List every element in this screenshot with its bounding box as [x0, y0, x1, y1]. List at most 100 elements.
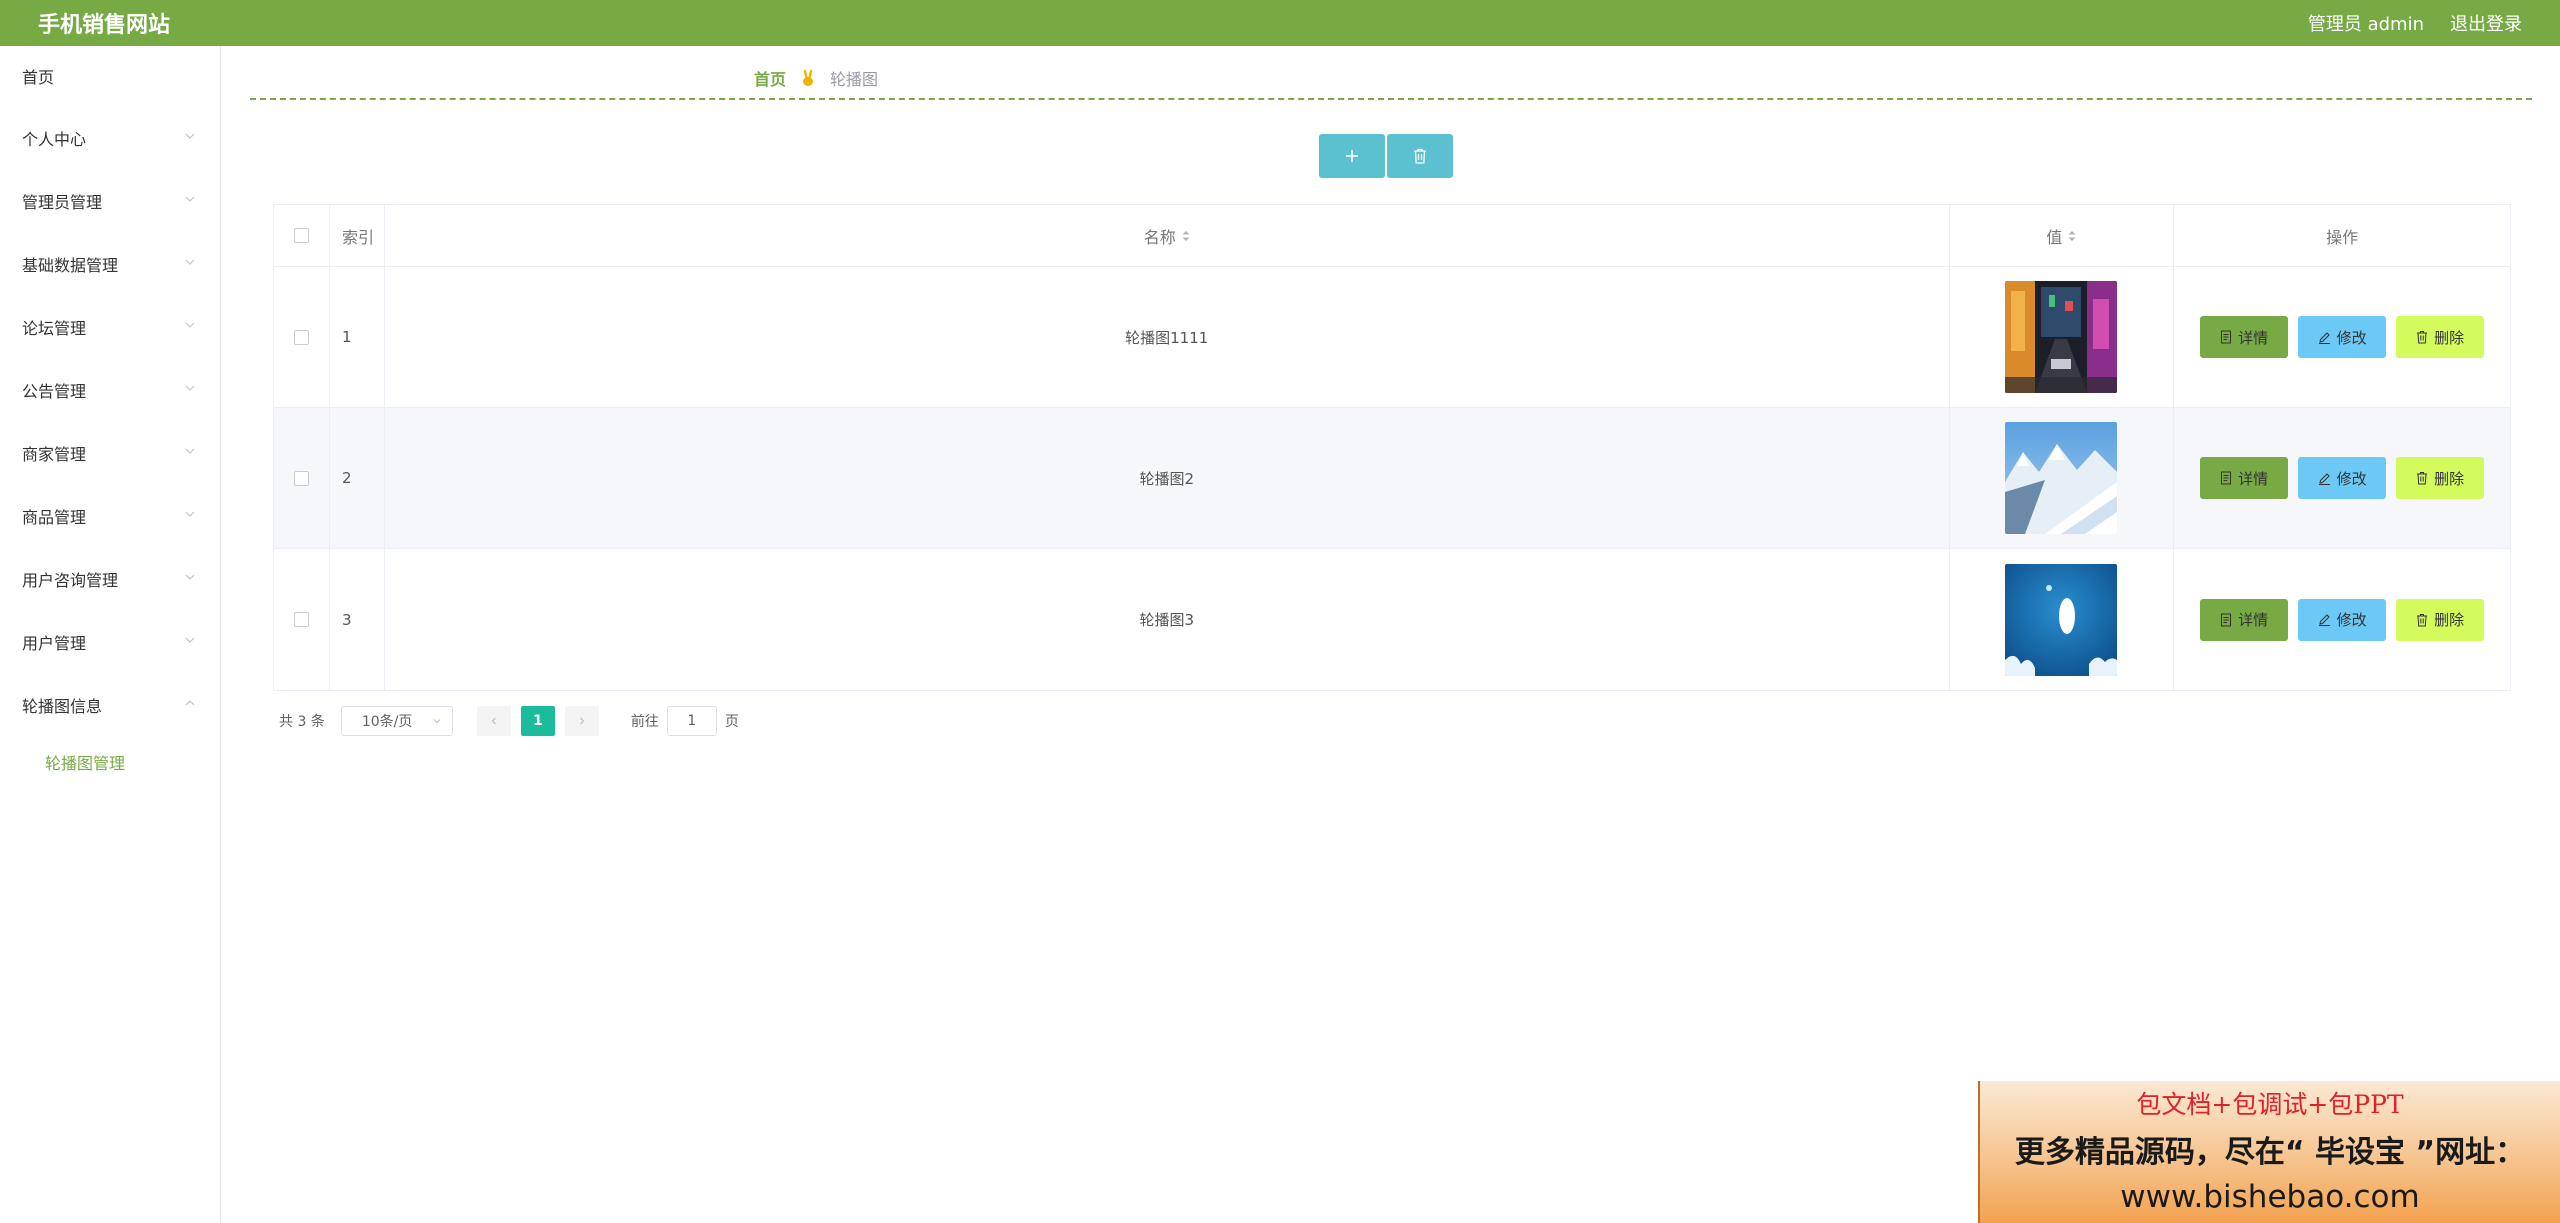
delete-button[interactable]: 删除: [2396, 457, 2485, 499]
goto-page-input[interactable]: [666, 706, 717, 736]
table-row: 3 轮播图3 详情 修改 删除: [274, 549, 2510, 690]
add-button[interactable]: [1319, 134, 1385, 178]
column-header-name[interactable]: 名称: [385, 205, 1950, 266]
detail-button-label: 详情: [2238, 470, 2269, 488]
row-checkbox[interactable]: [293, 470, 309, 486]
sidebar-item-home[interactable]: 首页: [0, 46, 220, 106]
sort-icon[interactable]: [2068, 229, 2076, 243]
edit-button[interactable]: 修改: [2298, 598, 2387, 641]
breadcrumb: 首页 轮播图: [754, 66, 878, 90]
document-icon: [2221, 471, 2232, 485]
sidebar-item-label: 管理员管理: [22, 192, 103, 212]
chevron-left-icon: [491, 717, 496, 725]
chevron-down-icon: [184, 256, 196, 268]
sidebar-item-notice-management[interactable]: 公告管理: [0, 358, 220, 421]
sidebar-item-label: 基础数据管理: [22, 255, 119, 275]
sidebar-item-admin-management[interactable]: 管理员管理: [0, 169, 220, 232]
column-header-value-label: 值: [2046, 227, 2063, 247]
sidebar-subitem-label: 轮播图管理: [45, 754, 126, 773]
blue-water-thumbnail: [2005, 563, 2118, 676]
city-street-night-thumbnail: [2005, 281, 2118, 393]
delete-button[interactable]: 删除: [2396, 316, 2485, 358]
breadcrumb-home[interactable]: 首页: [754, 66, 786, 90]
row-name: 轮播图1111: [385, 267, 1950, 407]
sidebar-item-label: 商家管理: [22, 444, 87, 464]
edit-button-label: 修改: [2336, 329, 2367, 347]
pencil-icon: [2318, 331, 2330, 344]
page-number-button[interactable]: 1: [520, 706, 555, 736]
row-checkbox[interactable]: [293, 329, 309, 345]
sidebar-item-label: 个人中心: [22, 129, 87, 149]
sidebar-item-label: 公告管理: [22, 381, 87, 401]
prev-page-button[interactable]: [476, 706, 511, 736]
page-size-value: 10条/页: [361, 714, 413, 730]
page-size-select[interactable]: 10条/页: [340, 706, 453, 736]
goto-label: 前往: [630, 714, 659, 730]
column-header-value[interactable]: 值: [1950, 205, 2175, 266]
pencil-icon: [2318, 614, 2330, 626]
delete-button-label: 删除: [2434, 470, 2465, 488]
document-icon: [2221, 330, 2232, 344]
hand-peace-icon: [800, 69, 816, 87]
select-all-checkbox[interactable]: [293, 228, 309, 243]
chevron-down-icon: [184, 319, 196, 331]
sidebar-item-label: 用户管理: [22, 633, 87, 653]
chevron-down-icon: [184, 634, 196, 646]
sidebar-item-consult-management[interactable]: 用户咨询管理: [0, 547, 220, 610]
snowy-mountain-thumbnail: [2005, 422, 2118, 534]
ad-line-3: www.bishebao.com: [2120, 1179, 2420, 1215]
sidebar-item-product-management[interactable]: 商品管理: [0, 484, 220, 547]
breadcrumb-divider: [250, 98, 2532, 100]
sort-icon[interactable]: [1182, 229, 1190, 243]
delete-button-label: 删除: [2434, 329, 2465, 347]
trash-icon: [1414, 148, 1426, 164]
edit-button[interactable]: 修改: [2298, 316, 2387, 358]
chevron-down-icon: [184, 130, 196, 142]
main-content: 首页 轮播图 索引 名称 值 操作 1 轮播图1111 详情 修改 删除 2 轮…: [222, 46, 2560, 1223]
edit-button[interactable]: 修改: [2298, 457, 2387, 499]
site-title: 手机销售网站: [38, 13, 171, 38]
detail-button[interactable]: 详情: [2200, 598, 2289, 641]
chevron-right-icon: [579, 717, 585, 725]
next-page-button[interactable]: [564, 706, 599, 736]
data-table: 索引 名称 值 操作 1 轮播图1111 详情 修改 删除 2 轮播图2 详情 …: [273, 204, 2511, 691]
sidebar-item-forum-management[interactable]: 论坛管理: [0, 295, 220, 358]
top-header: 手机销售网站 管理员 admin 退出登录: [0, 0, 2560, 46]
sidebar-item-user-management[interactable]: 用户管理: [0, 610, 220, 673]
goto-suffix: 页: [724, 714, 739, 730]
detail-button[interactable]: 详情: [2200, 316, 2289, 358]
detail-button-label: 详情: [2238, 612, 2269, 629]
delete-button-label: 删除: [2434, 612, 2465, 629]
chevron-down-icon: [184, 445, 196, 457]
ad-banner: 包文档+包调试+包PPT 更多精品源码，尽在“ 毕设宝 ”网址： www.bis…: [1978, 1081, 2560, 1223]
column-header-ops: 操作: [2326, 227, 2359, 247]
sidebar-item-label: 首页: [22, 68, 55, 87]
ad-line-1: 包文档+包调试+包PPT: [2136, 1090, 2404, 1119]
delete-button[interactable]: 删除: [2396, 598, 2485, 641]
detail-button[interactable]: 详情: [2200, 457, 2289, 499]
chevron-down-icon: [184, 193, 196, 205]
sidebar-item-merchant-management[interactable]: 商家管理: [0, 421, 220, 484]
sidebar-item-label: 论坛管理: [22, 318, 87, 338]
row-checkbox[interactable]: [293, 612, 309, 627]
sidebar-subitem-carousel-management[interactable]: 轮播图管理: [0, 736, 220, 788]
pagination-total: 共 3 条: [279, 714, 325, 730]
sidebar-item-personal-center[interactable]: 个人中心: [0, 106, 220, 169]
table-row: 2 轮播图2 详情 修改 删除: [274, 408, 2510, 549]
sidebar-item-base-data-management[interactable]: 基础数据管理: [0, 232, 220, 295]
trash-icon: [2417, 613, 2428, 626]
chevron-down-icon: [184, 508, 196, 520]
row-index: 1: [330, 267, 385, 407]
chevron-down-icon: [184, 382, 196, 394]
sidebar-item-carousel-info[interactable]: 轮播图信息: [0, 673, 220, 736]
header-user-area: 管理员 admin 退出登录: [2308, 10, 2522, 36]
plus-icon: [1346, 150, 1358, 162]
batch-delete-button[interactable]: [1387, 134, 1453, 178]
table-header-row: 索引 名称 值 操作: [274, 205, 2510, 267]
logout-button[interactable]: 退出登录: [2450, 10, 2522, 36]
sidebar-item-label: 商品管理: [22, 507, 87, 527]
row-name: 轮播图2: [385, 408, 1950, 548]
row-name: 轮播图3: [385, 549, 1950, 690]
row-index: 3: [330, 549, 385, 690]
chevron-up-icon: [184, 697, 196, 709]
